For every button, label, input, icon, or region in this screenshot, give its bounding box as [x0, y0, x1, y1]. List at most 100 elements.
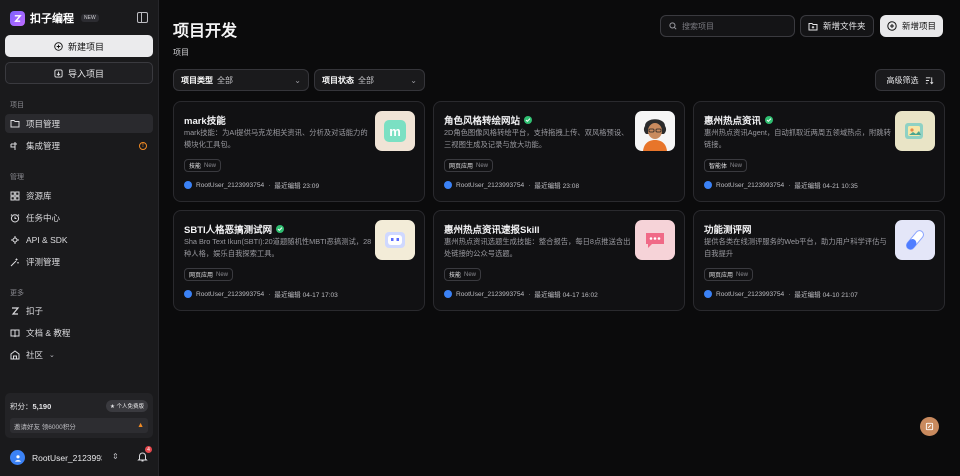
sidebar: 扣子编程 NEW 新建项目 导入项目 项目 项目管理 集成管理 ! 管理 资源库 [0, 0, 159, 476]
card-tag: 智能体 New [704, 159, 748, 172]
brand[interactable]: 扣子编程 NEW [10, 10, 99, 26]
sidebar-item-label: 集成管理 [26, 140, 61, 151]
invite-banner[interactable]: 邀请好友 领6000积分 ▲ [10, 418, 148, 433]
verified-icon [524, 116, 533, 124]
avatar [444, 290, 452, 298]
card-title: mark技能 [184, 113, 226, 127]
sidebar-item-kouzi[interactable]: 扣子 [5, 301, 153, 320]
sidebar-item-label: 项目管理 [26, 118, 61, 129]
sidebar-item-integrations[interactable]: 集成管理 ! [5, 136, 153, 155]
advanced-filter-button[interactable]: 高级筛选 [875, 69, 945, 91]
plan-badge[interactable]: ★ 个人免费版 [106, 400, 148, 412]
sidebar-item-label: 任务中心 [26, 212, 61, 223]
card-tag: 网页应用 New [444, 159, 494, 172]
card-title-text: 惠州热点资讯 [704, 116, 762, 127]
card-owner: RootUser_2123993754 [716, 181, 785, 189]
card-footer: RootUser_2123993754 · 最近编辑 23:08 [444, 180, 579, 190]
avatar [704, 181, 712, 189]
card-desc: 惠州热点资讯选题生成技能：整合报告，每日8点推送含出处链接的公众号选题。 [444, 237, 631, 258]
sidebar-item-label: 社区 [26, 349, 44, 360]
verified-icon [765, 116, 774, 124]
m-logo-icon: m [384, 120, 406, 142]
filter-type-select[interactable]: 项目类型 全部 ⌄ [173, 69, 309, 91]
filter-status-select[interactable]: 项目状态 全部 ⌄ [314, 69, 425, 91]
grid-icon [10, 191, 20, 201]
project-card-huizhou-news[interactable]: 惠州热点资讯 惠州热点资讯Agent，自动抓取近两周五领域热点，附跳转链接。 智… [693, 101, 945, 202]
user-menu[interactable]: RootUser_2123993754 [10, 450, 102, 465]
import-project-button[interactable]: 导入项目 [5, 62, 153, 84]
sidebar-item-label: 文档 & 教程 [26, 327, 71, 338]
card-footer: RootUser_2123993754 · 最近编辑 23:09 [184, 180, 319, 190]
avatar [184, 290, 192, 298]
notification-badge: 4 [145, 446, 152, 453]
new-project-top-button[interactable]: 新增项目 [880, 15, 944, 37]
card-owner: RootUser_2123993754 [196, 181, 265, 189]
project-card-eval-site[interactable]: 功能测评网 提供各类在线测评服务的Web平台，助力用户科学评估与自我提升 网页应… [693, 210, 945, 311]
card-edited: 最近编辑 23:09 [274, 183, 320, 190]
import-icon [54, 68, 63, 78]
card-tag-label: 技能 [189, 164, 202, 170]
card-title-text: 功能测评网 [704, 225, 752, 236]
card-thumbnail [895, 111, 935, 151]
card-owner: RootUser_2123993754 [196, 290, 265, 298]
card-footer: RootUser_2123993754 · 最近编辑 04-17 16:02 [444, 289, 598, 299]
card-tag-new: New [216, 271, 229, 278]
sidebar-item-resources[interactable]: 资源库 [5, 186, 153, 205]
search-input[interactable] [682, 21, 782, 31]
sidebar-item-eval[interactable]: 评测管理 [5, 252, 153, 271]
new-project-top-label: 新增项目 [902, 21, 937, 31]
card-title-text: 角色风格转绘网站 [444, 116, 521, 127]
sidebar-collapse-icon[interactable] [137, 12, 148, 23]
avatar [184, 181, 192, 189]
plus-circle-icon [54, 41, 63, 51]
card-thumbnail [635, 220, 675, 260]
sidebar-item-api[interactable]: API & SDK [5, 230, 153, 249]
user-name: RootUser_2123993754 [32, 452, 102, 463]
search-box[interactable] [660, 15, 795, 37]
new-project-button[interactable]: 新建项目 [5, 35, 153, 57]
card-edited: 最近编辑 04-21 10:35 [794, 183, 858, 190]
filter-type-label: 项目类型 [181, 75, 213, 85]
section-manage: 管理 [10, 174, 24, 181]
card-tag-new: New [730, 162, 743, 169]
chevron-updown-icon[interactable]: ⇕ [112, 452, 119, 461]
feedback-button[interactable] [920, 417, 939, 436]
new-folder-button[interactable]: 新增文件夹 [800, 15, 874, 37]
card-title-text: SBTI人格恶搞测试网 [184, 225, 273, 236]
project-card-style-transfer[interactable]: 角色风格转绘网站 2D角色图像风格转绘平台，支持拖拽上传、双风格预设、三视图生成… [433, 101, 685, 202]
chevron-down-icon: ⌄ [410, 75, 417, 85]
project-card-huizhou-skill[interactable]: 惠州热点资讯速报Skill 惠州热点资讯选题生成技能：整合报告，每日8点推送含出… [433, 210, 685, 311]
card-thumbnail: m [375, 111, 415, 151]
new-folder-label: 新增文件夹 [823, 21, 866, 31]
app-window: 扣子编程 NEW 新建项目 导入项目 项目 项目管理 集成管理 ! 管理 资源库 [0, 0, 960, 476]
section-project: 项目 [10, 102, 24, 109]
robot-face-icon [385, 232, 405, 248]
brand-logo-icon [10, 10, 25, 26]
plus-circle-icon [887, 21, 897, 31]
filter-type-text: 项目类型 全部 [181, 75, 233, 86]
folder-icon [10, 119, 20, 129]
card-desc: 2D角色图像风格转绘平台，支持拖拽上传、双风格预设、三视图生成及记录与放大功能。 [444, 128, 629, 149]
card-tag-label: 网页应用 [449, 164, 474, 170]
character-illustration-icon [643, 119, 667, 151]
card-desc: mark技能：为AI提供马克龙相关资讯、分析及对话能力的模块化工具包。 [184, 128, 368, 149]
points-text: 积分：5,190 [10, 401, 51, 412]
chevron-down-icon: ⌄ [49, 351, 55, 359]
brand-new-badge: NEW [81, 14, 99, 22]
card-footer: RootUser_2123993754 · 最近编辑 04-10 21:07 [704, 289, 858, 299]
main-content: 项目开发 项目 新增文件夹 新增项目 项目类型全部 ⌄ 项目状态全部 ⌄ 高级筛… [159, 0, 960, 476]
card-tag-new: New [736, 271, 749, 278]
project-card-mark[interactable]: mark技能 mark技能：为AI提供马克龙相关资讯、分析及对话能力的模块化工具… [173, 101, 425, 202]
card-edited: 最近编辑 23:08 [534, 183, 580, 190]
plan-badge-label: 个人免费版 [116, 404, 144, 410]
api-icon [10, 235, 20, 245]
brand-name: 扣子编程 [30, 13, 74, 25]
sidebar-item-community[interactable]: 社区 ⌄ [5, 345, 153, 364]
card-footer: RootUser_2123993754 · 最近编辑 04-17 17:03 [184, 289, 338, 299]
sidebar-item-projects[interactable]: 项目管理 [5, 114, 153, 133]
sidebar-item-tasks[interactable]: 任务中心 [5, 208, 153, 227]
project-card-sbti[interactable]: SBTI人格恶搞测试网 Sha Bro Text Ikun(SBTI):20道题… [173, 210, 425, 311]
card-title: 功能测评网 [704, 222, 752, 236]
card-title: 角色风格转绘网站 [444, 113, 533, 127]
sidebar-item-docs[interactable]: 文档 & 教程 [5, 323, 153, 342]
